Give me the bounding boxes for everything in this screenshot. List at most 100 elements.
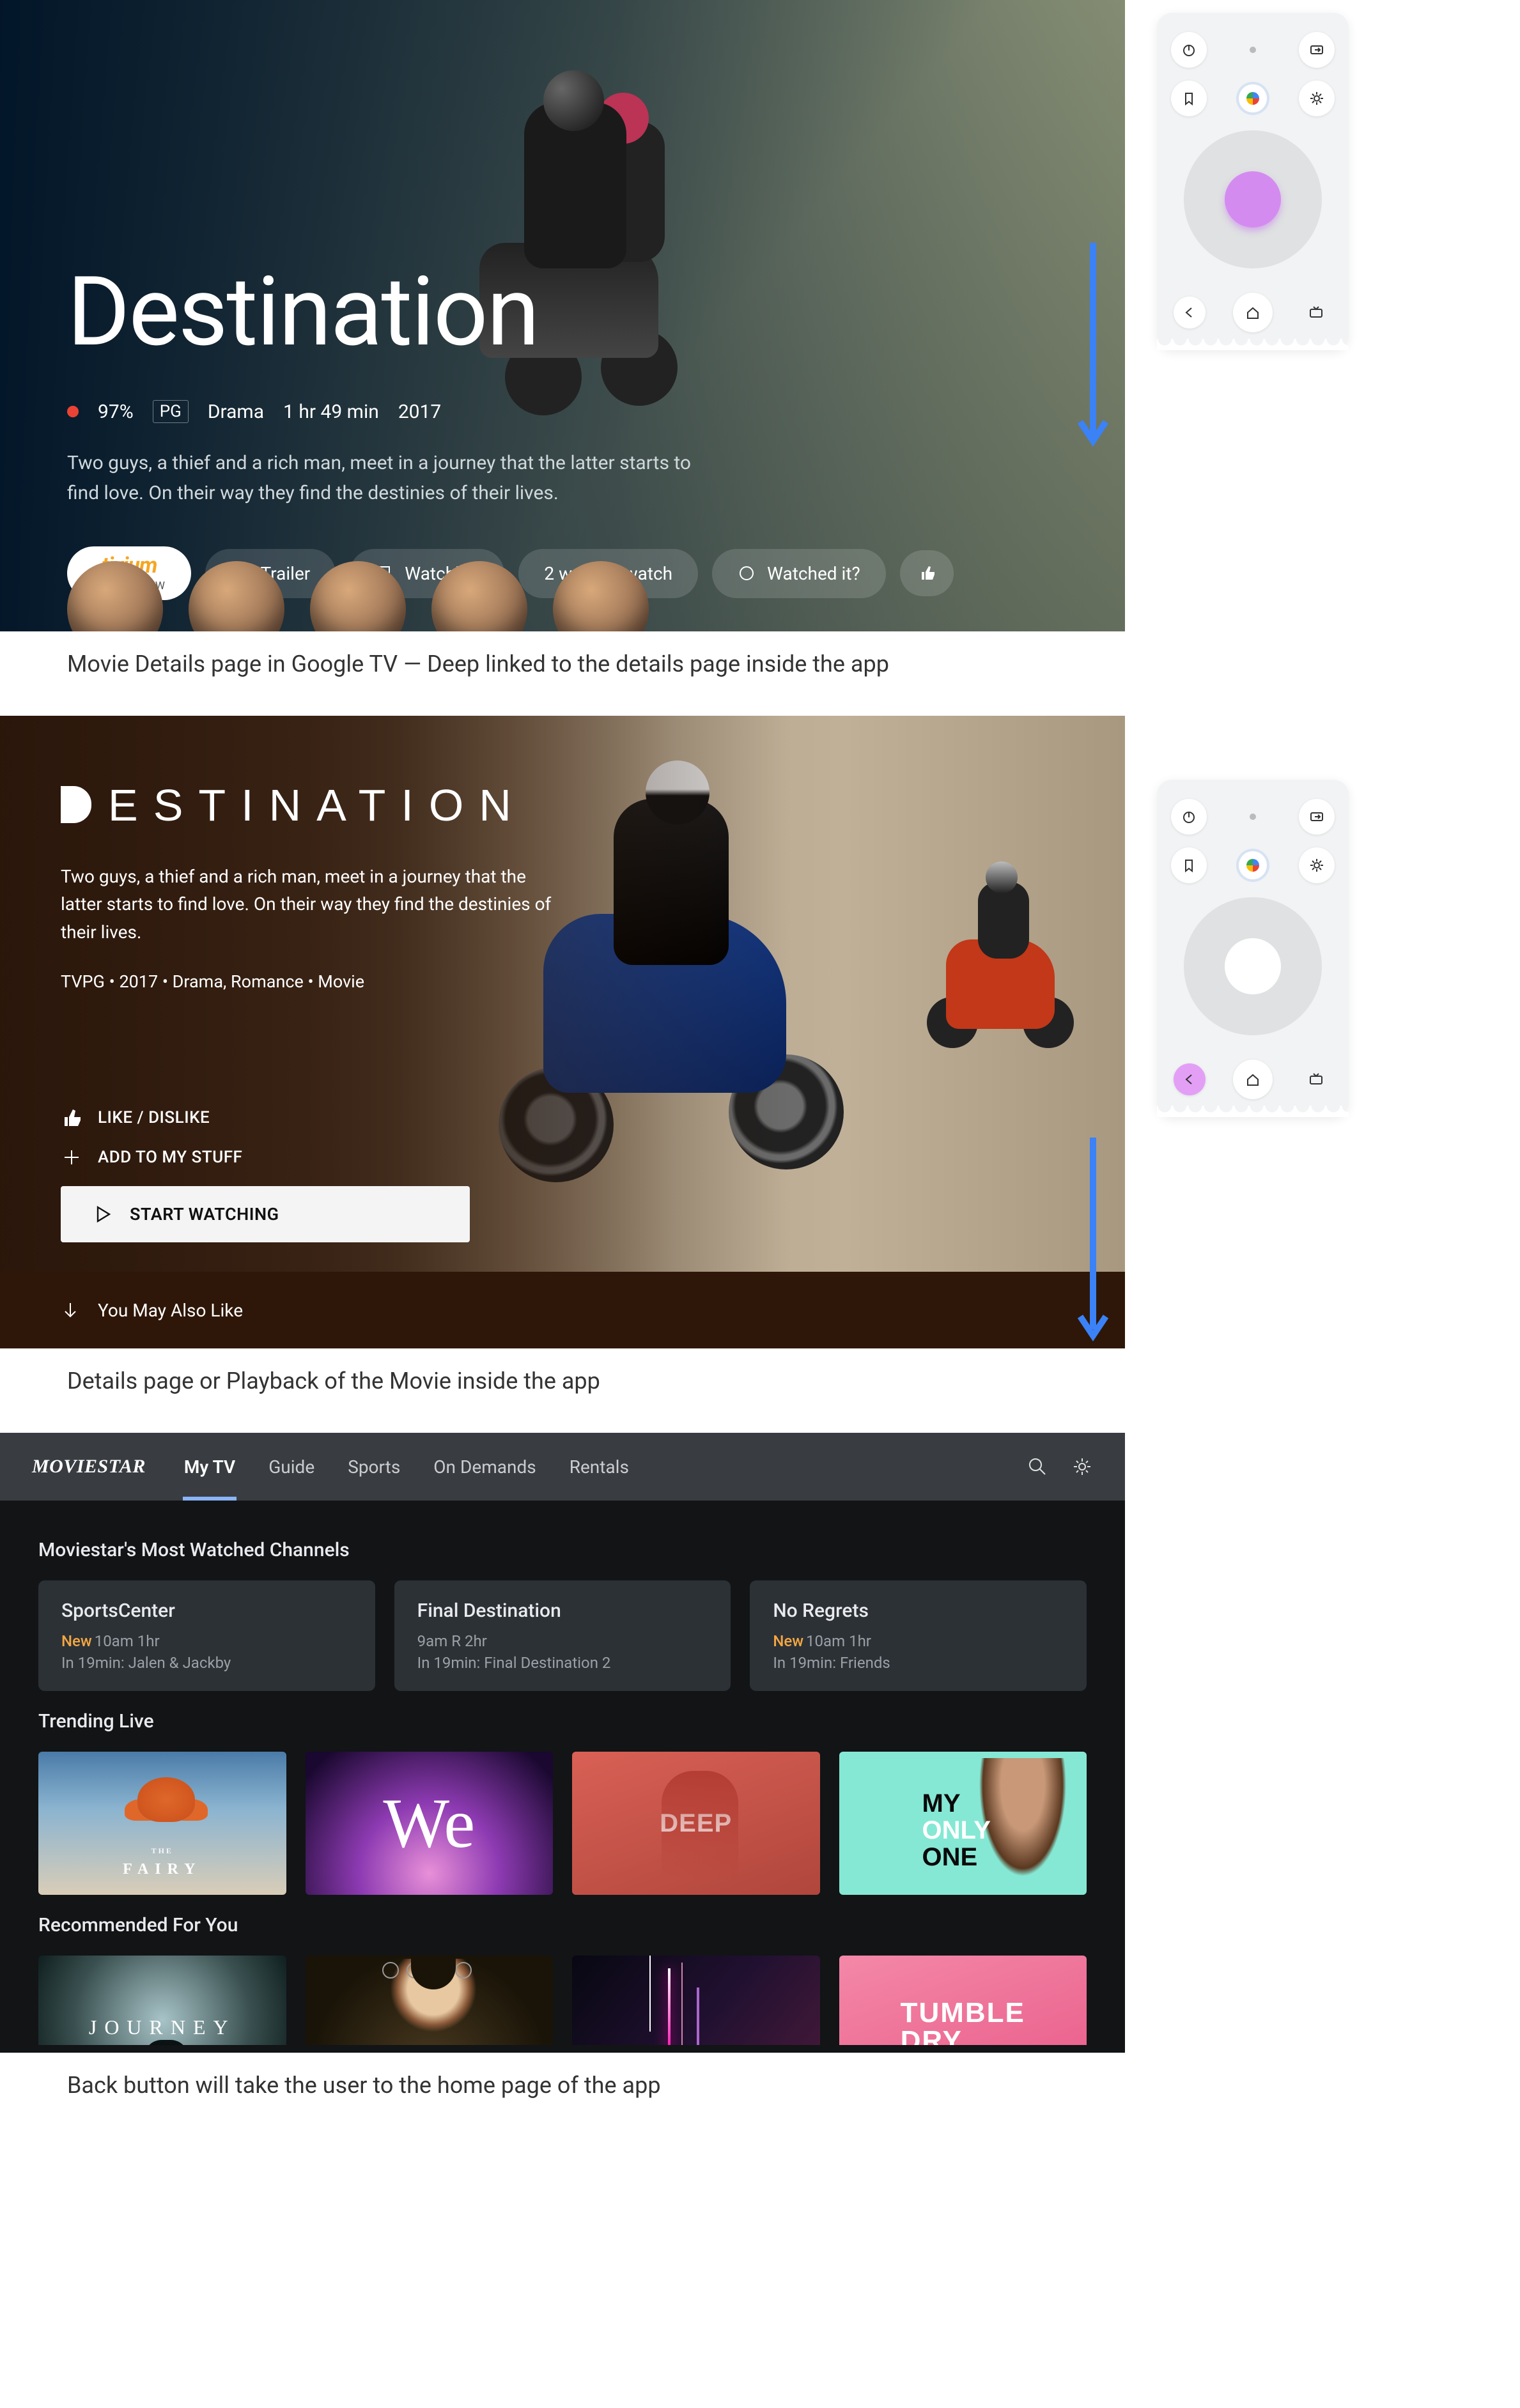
watched-label: Watched it? [767,563,860,584]
add-to-stuff-button[interactable]: ADD TO MY STUFF [61,1146,1064,1168]
tv-button[interactable] [1300,1063,1332,1095]
circle-icon [738,564,756,582]
tile-comedian[interactable]: THE COMEDIAN [306,1956,554,2045]
tab-on-demands[interactable]: On Demands [432,1456,537,1478]
thumb-up-icon [61,1107,82,1129]
cast-avatar[interactable] [67,561,163,631]
card-line1: New10am 1hr [773,1632,1064,1650]
cast-avatar[interactable] [189,561,284,631]
tab-rentals[interactable]: Rentals [568,1456,630,1478]
tile-my-only-one[interactable]: MYONLYONE [839,1752,1087,1895]
tile-label: MYONLYONE [922,1790,991,1871]
home-button[interactable] [1233,293,1273,332]
settings-button[interactable] [1299,847,1335,883]
play-outline-icon [93,1204,113,1224]
tile-tumble-dry[interactable]: TUMBLEDRY [839,1956,1087,2045]
start-watching-button[interactable]: START WATCHING [61,1186,470,1242]
recommended-tiles: JOURNEY THE COMEDIAN THE SOURCE TUMBLEDR… [38,1956,1087,2045]
bookmark-icon [1181,857,1197,874]
channel-card[interactable]: No Regrets New10am 1hr In 19min: Friends [750,1580,1087,1691]
panel3-caption: Back button will take the user to the ho… [0,2053,1125,2099]
tab-sports[interactable]: Sports [346,1456,401,1478]
bookmark-button[interactable] [1171,81,1207,116]
channel-card[interactable]: SportsCenter New10am 1hr In 19min: Jalen… [38,1580,375,1691]
input-icon [1308,808,1325,825]
settings-icon[interactable] [1071,1456,1093,1478]
power-button[interactable] [1171,799,1207,835]
assistant-button[interactable] [1239,84,1267,112]
tile-label: DEEP [660,1809,732,1838]
power-icon [1181,42,1197,58]
watched-it-button[interactable]: Watched it? [712,549,886,598]
ymal-label: You May Also Like [98,1300,243,1321]
app-title-text: ESTINATION [108,780,527,830]
tv-button[interactable] [1300,297,1332,328]
cast-avatar[interactable] [310,561,406,631]
cast-avatar[interactable] [431,561,527,631]
bookmark-icon [1181,90,1197,107]
search-icon[interactable] [1027,1456,1048,1478]
home-icon [1245,304,1261,321]
tab-guide[interactable]: Guide [267,1456,316,1478]
synopsis: Two guys, a thief and a rich man, meet i… [67,449,706,508]
googletv-details-panel: Destination 97% PG Drama 1 hr 49 min 201… [0,0,1125,631]
gear-icon [1308,857,1325,874]
input-icon [1308,42,1325,58]
dpad-center-button[interactable] [1225,938,1281,994]
you-may-also-like[interactable]: You May Also Like [0,1272,1125,1348]
card-line1: 9am R 2hr [417,1632,708,1650]
score: 97% [98,401,134,423]
top-nav: MOVIESTAR My TV Guide Sports On Demands … [0,1433,1125,1501]
card-title: SportsCenter [61,1600,352,1622]
card-line2: In 19min: Jalen & Jackby [61,1654,352,1672]
row-heading-channels: Moviestar's Most Watched Channels [38,1539,1087,1561]
app-meta: TVPG • 2017 • Drama, Romance • Movie [61,971,1064,992]
down-arrow-icon [61,1300,80,1320]
tv-icon [1308,304,1324,321]
movie-title: Destination [67,256,1058,368]
row-heading-trending: Trending Live [38,1710,1087,1733]
power-button[interactable] [1171,32,1207,68]
moviestar-home-panel: MOVIESTAR My TV Guide Sports On Demands … [0,1433,1125,2053]
dpad-center-button[interactable] [1225,171,1281,228]
panel2-caption: Details page or Playback of the Movie in… [0,1348,1125,1394]
tile-label: We [383,1783,475,1864]
mic-hole [1250,814,1256,820]
back-arrow-icon [1181,304,1198,321]
settings-button[interactable] [1299,81,1335,116]
back-button[interactable] [1174,1063,1206,1095]
add-label: ADD TO MY STUFF [98,1148,242,1167]
rate-button[interactable] [900,550,954,596]
flow-arrow-icon [1074,243,1112,454]
tile-label: JOURNEY [89,2016,236,2039]
tile-source[interactable]: THE SOURCE [572,1956,820,2045]
input-button[interactable] [1299,799,1335,835]
dpad[interactable] [1184,897,1322,1035]
input-button[interactable] [1299,32,1335,68]
assistant-button[interactable] [1239,851,1267,879]
thumbs-icon [918,564,936,582]
back-button[interactable] [1174,297,1206,328]
new-badge: New [773,1632,803,1650]
card-line1: New10am 1hr [61,1632,352,1650]
cast-avatar[interactable] [553,561,649,631]
genre: Drama [208,401,264,423]
plus-icon [61,1146,82,1168]
tab-my-tv[interactable]: My TV [183,1456,237,1478]
tile-deep[interactable]: DEEP [572,1752,820,1895]
trending-tiles: THEFAIRY We DEEP MYONLYONE [38,1752,1087,1895]
cast-avatars [67,561,649,631]
tile-journey[interactable]: JOURNEY [38,1956,286,2045]
app-synopsis: Two guys, a thief and a rich man, meet i… [61,863,553,946]
bookmark-button[interactable] [1171,847,1207,883]
app-logo: MOVIESTAR [32,1456,146,1478]
like-dislike-button[interactable]: LIKE / DISLIKE [61,1107,1064,1129]
tile-fairy[interactable]: THEFAIRY [38,1752,286,1895]
dpad[interactable] [1184,130,1322,268]
power-icon [1181,808,1197,825]
card-line2: In 19min: Final Destination 2 [417,1654,708,1672]
tile-we[interactable]: We [306,1752,554,1895]
home-button[interactable] [1233,1060,1273,1099]
channel-card[interactable]: Final Destination 9am R 2hr In 19min: Fi… [394,1580,731,1691]
tomato-icon [67,406,79,417]
